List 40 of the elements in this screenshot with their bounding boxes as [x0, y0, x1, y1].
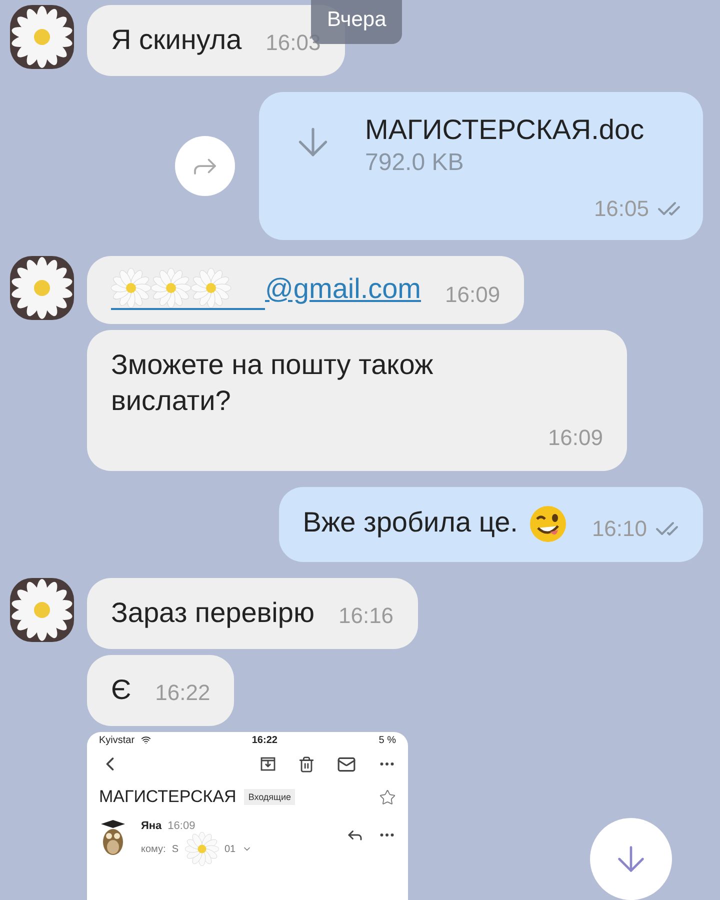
daisy-icon	[151, 268, 191, 308]
email-subject: МАГИСТЕРСКАЯ	[99, 787, 236, 807]
sent-time: 16:09	[168, 820, 196, 832]
recipient-suffix: 01	[224, 844, 236, 854]
winking-face-icon	[528, 504, 568, 544]
mail-icon[interactable]	[337, 754, 356, 774]
screenshot-image[interactable]: Kyivstar 16:22 5 % МАГИСТЕРСКАЯ Входящие Яна 16:09 кому: S 01	[87, 732, 408, 900]
message-time: 16:10	[592, 514, 679, 544]
message-time: 16:05	[594, 194, 681, 224]
battery-level: 5 %	[378, 734, 396, 746]
message-text: Є	[111, 673, 132, 707]
avatar[interactable]	[10, 5, 74, 69]
avatar[interactable]	[10, 578, 74, 642]
message-time: 16:09	[548, 424, 603, 452]
daisy-icon	[184, 832, 218, 866]
file-name: МАГИСТЕРСКАЯ.doc	[365, 113, 646, 147]
recipient-text: S	[172, 844, 178, 854]
message-text: Зараз перевірю	[111, 596, 314, 630]
owl-avatar-icon	[99, 820, 127, 858]
message-time: 16:03	[266, 29, 321, 57]
message-text: Вже зробила це.	[302, 504, 568, 544]
message-time: 16:09	[445, 281, 500, 309]
daisy-icon	[111, 268, 151, 308]
message-text: Зможете на пошту також вислати?	[111, 348, 434, 418]
message-text: Я скинула	[111, 23, 242, 57]
carrier-name: Kyivstar	[99, 734, 135, 746]
message-time: 16:22	[155, 679, 210, 707]
email-link[interactable]: @gmail.com	[111, 268, 422, 310]
message-time: 16:16	[338, 602, 394, 630]
folder-tag: Входящие	[244, 789, 295, 805]
wifi-icon	[140, 735, 151, 745]
sender-name: Яна	[141, 820, 162, 832]
trash-icon[interactable]	[298, 756, 315, 772]
avatar[interactable]	[10, 256, 74, 320]
status-clock: 16:22	[252, 734, 278, 746]
star-icon[interactable]	[379, 788, 396, 806]
daisy-icon	[191, 268, 231, 308]
file-size: 792.0 KB	[365, 148, 465, 178]
archive-icon[interactable]	[260, 756, 276, 772]
recipient-label: кому:	[141, 844, 166, 854]
